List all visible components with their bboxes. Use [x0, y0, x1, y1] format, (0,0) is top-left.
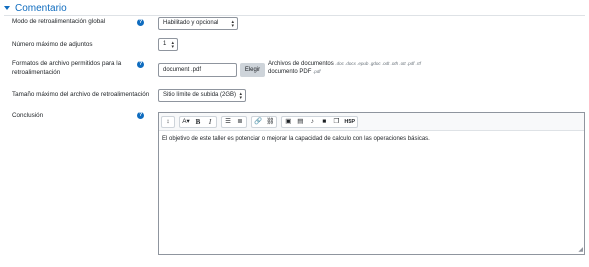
toolbar-group-lists: ☰ ≣ — [221, 115, 247, 128]
file-types-description: Archivos de documentos .doc .docx .epub … — [268, 60, 438, 76]
editor-toolbar: ↕ A▾ B I ☰ ≣ 🔗 ⛓ ▣ ▤ ♪ ■ ❐ H5P — [159, 113, 584, 131]
resize-handle-icon[interactable]: ◢ — [578, 247, 583, 253]
bold-icon[interactable]: B — [192, 117, 204, 127]
select-arrows-icon: ▴ ▾ — [171, 40, 174, 50]
media-icon[interactable]: ▤ — [294, 117, 306, 127]
max-attachments-select[interactable]: 1 ▴ ▾ — [158, 38, 178, 51]
section-title: Comentario — [15, 2, 67, 14]
max-size-select[interactable]: Sitio límite de subida (2GB) ▴ ▾ — [158, 89, 246, 102]
help-icon[interactable]: ? — [137, 19, 144, 26]
unlink-icon[interactable]: ⛓ — [264, 117, 276, 127]
italic-icon[interactable]: I — [204, 117, 216, 127]
toolbar-group-media: ▣ ▤ ♪ ■ ❐ H5P — [281, 115, 359, 128]
feedback-mode-label: Modo de retroalimentación global — [12, 18, 106, 25]
record-audio-icon[interactable]: ♪ — [306, 117, 318, 127]
show-more-buttons-icon[interactable]: ↕ — [162, 117, 174, 127]
feedback-mode-select[interactable]: Habilitado y opcional ▴ ▾ — [158, 17, 238, 30]
section-header[interactable]: Comentario — [4, 2, 67, 14]
toolbar-group-style: A▾ B I — [179, 115, 217, 128]
collapse-caret-icon[interactable] — [4, 6, 10, 10]
max-attachments-value: 1 — [163, 41, 167, 47]
choose-file-types-button[interactable]: Elegir — [240, 63, 265, 77]
unordered-list-icon[interactable]: ☰ — [222, 117, 234, 127]
paragraph-style-icon[interactable]: A▾ — [180, 117, 192, 127]
max-size-value: Sitio límite de subida (2GB) — [163, 92, 237, 98]
file-types-input[interactable]: document .pdf — [158, 63, 237, 77]
editor-content[interactable]: El objetivo de este taller es potenciar … — [162, 135, 581, 143]
file-types-label-line1: Formatos de archivo permitidos para la — [12, 60, 122, 67]
ordered-list-icon[interactable]: ≣ — [234, 117, 246, 127]
section-divider — [4, 15, 585, 16]
select-arrows-icon: ▴ ▾ — [239, 91, 242, 101]
feedback-mode-value: Habilitado y opcional — [163, 20, 219, 26]
link-icon[interactable]: 🔗 — [252, 117, 264, 127]
record-video-icon[interactable]: ■ — [318, 117, 330, 127]
h5p-icon[interactable]: H5P — [342, 117, 357, 127]
help-icon[interactable]: ? — [137, 61, 144, 68]
max-size-label: Tamaño máximo del archivo de retroalimen… — [12, 91, 150, 98]
file-types-desc-line1: Archivos de documentos — [268, 61, 334, 67]
conclusion-label: Conclusión — [12, 112, 44, 119]
select-arrows-icon: ▴ ▾ — [231, 19, 234, 29]
image-icon[interactable]: ▣ — [282, 117, 294, 127]
file-types-label-line2: retroalimentación — [12, 69, 61, 76]
file-types-label: Formatos de archivo permitidos para la r… — [12, 59, 121, 77]
toolbar-group-collapse: ↕ — [161, 115, 175, 128]
conclusion-editor[interactable]: ↕ A▾ B I ☰ ≣ 🔗 ⛓ ▣ ▤ ♪ ■ ❐ H5P El objeti… — [158, 112, 585, 255]
toolbar-group-links: 🔗 ⛓ — [251, 115, 278, 128]
manage-files-icon[interactable]: ❐ — [330, 117, 342, 127]
file-types-desc-line2-ext: .pdf — [313, 69, 321, 74]
file-types-desc-line2: documento PDF — [268, 69, 312, 75]
help-icon[interactable]: ? — [137, 112, 144, 119]
file-types-desc-line1-ext: .doc .docx .epub .gdoc .odt .oth .ott .p… — [335, 61, 421, 66]
max-attachments-label: Número máximo de adjuntos — [12, 41, 93, 48]
